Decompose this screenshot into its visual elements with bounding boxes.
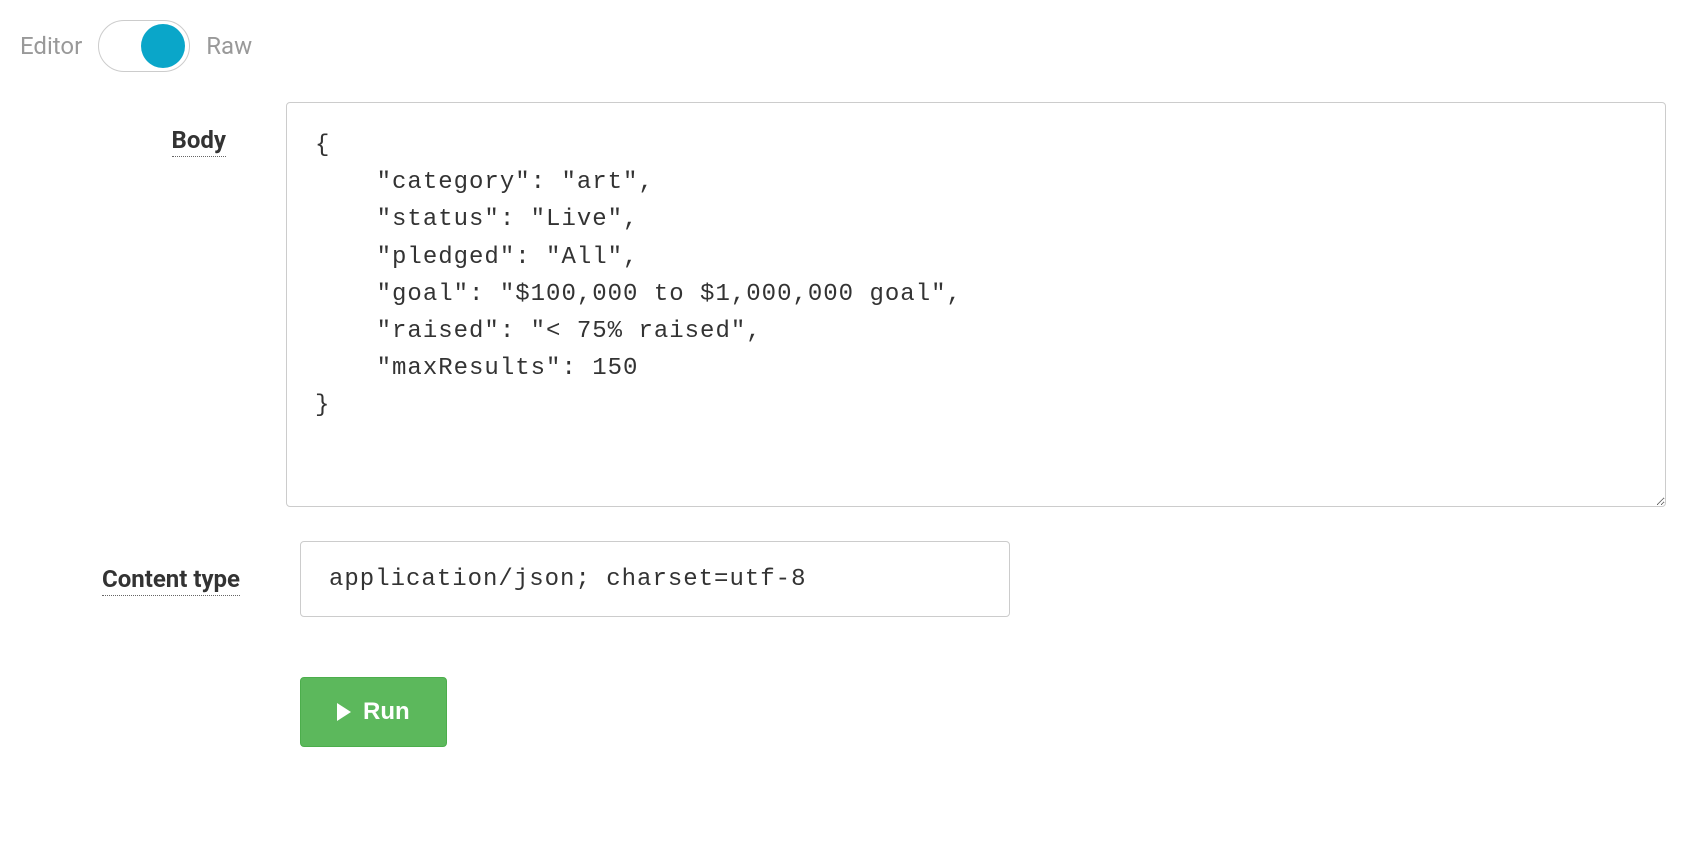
body-field-row: Body <box>20 102 1666 511</box>
content-type-label-text: Content type <box>102 565 240 596</box>
run-button-label: Run <box>363 698 410 726</box>
body-textarea[interactable] <box>286 102 1666 507</box>
view-mode-toggle-row: Editor Raw <box>20 20 1666 72</box>
content-type-input[interactable] <box>300 541 1010 617</box>
content-type-field-row: Content type <box>20 541 1666 617</box>
button-row-spacer <box>20 647 300 747</box>
body-textarea-wrapper <box>286 102 1666 511</box>
content-type-field-content <box>300 541 1666 617</box>
body-label-text: Body <box>172 126 226 157</box>
toggle-label-raw: Raw <box>206 32 252 60</box>
editor-raw-toggle[interactable] <box>98 20 190 72</box>
run-button[interactable]: Run <box>300 677 447 747</box>
toggle-label-editor: Editor <box>20 32 82 60</box>
play-icon <box>337 703 351 721</box>
body-field-content <box>286 102 1666 511</box>
content-type-label: Content type <box>20 541 300 593</box>
toggle-knob <box>141 24 185 68</box>
button-row: Run <box>20 647 1666 747</box>
body-label: Body <box>20 102 286 154</box>
